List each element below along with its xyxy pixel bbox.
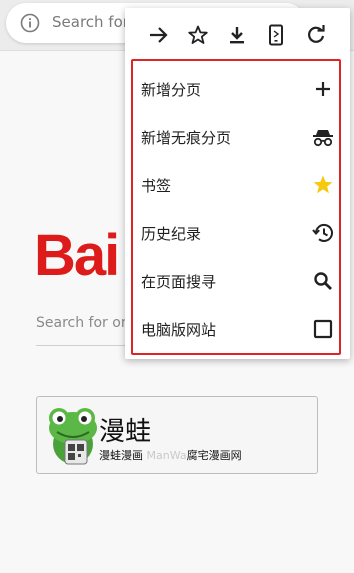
frog-mascot-icon xyxy=(49,408,97,465)
menu-item-label: 历史纪录 xyxy=(141,225,202,243)
menu-highlighted-list: 新增分页 新增无痕分页 书签 历史纪录 在页面搜寻 电脑版网站 xyxy=(131,59,341,355)
menu-item-new-incognito-tab[interactable]: 新增无痕分页 xyxy=(133,113,339,161)
desktop-site-phone-icon[interactable] xyxy=(265,24,287,46)
menu-item-find-in-page[interactable]: 在页面搜寻 xyxy=(133,257,339,305)
menu-item-new-tab[interactable]: 新增分页 xyxy=(133,65,339,113)
history-icon xyxy=(312,224,333,242)
baidu-logo: Bai xyxy=(34,226,120,286)
menu-toolbar xyxy=(125,8,350,56)
plus-icon xyxy=(316,82,330,96)
menu-item-desktop-site[interactable]: 电脑版网站 xyxy=(133,305,339,353)
promo-subtitle-suffix: 腐宅漫画网 xyxy=(186,449,242,462)
menu-item-history[interactable]: 历史纪录 xyxy=(133,209,339,257)
star-filled-icon xyxy=(313,175,333,194)
menu-item-label: 新增无痕分页 xyxy=(141,129,232,147)
omnibox-placeholder: Search for xyxy=(52,13,129,31)
promo-title: 漫蛙 xyxy=(99,417,152,447)
menu-item-label: 电脑版网站 xyxy=(141,321,217,339)
menu-item-label: 书签 xyxy=(141,177,172,195)
manwa-promo-card[interactable]: 漫蛙 漫蛙漫画 ManWa腐宅漫画网 xyxy=(36,396,318,474)
menu-item-label: 新增分页 xyxy=(141,81,202,99)
checkbox-icon[interactable] xyxy=(311,317,335,341)
download-icon[interactable] xyxy=(226,24,248,46)
browser-overflow-menu: 新增分页 新增无痕分页 书签 历史纪录 在页面搜寻 电脑版网站 xyxy=(125,8,350,359)
info-icon[interactable] xyxy=(20,13,40,33)
baidu-search-input[interactable]: Search for or xyxy=(36,312,131,346)
menu-item-label: 在页面搜寻 xyxy=(141,273,217,291)
refresh-icon[interactable] xyxy=(305,24,327,46)
incognito-icon xyxy=(313,130,333,147)
forward-arrow-icon[interactable] xyxy=(147,24,169,46)
promo-subtitle-prefix: 漫蛙漫画 xyxy=(99,449,147,462)
promo-subtitle-faded: ManWa xyxy=(146,449,187,462)
baidu-search-placeholder: Search for or xyxy=(36,315,127,331)
star-outline-icon[interactable] xyxy=(187,24,209,46)
search-icon xyxy=(314,272,332,290)
menu-item-bookmarks[interactable]: 书签 xyxy=(133,161,339,209)
promo-subtitle: 漫蛙漫画 ManWa腐宅漫画网 xyxy=(99,447,242,463)
browser-page: Search for Bai Search for or 漫蛙 漫蛙漫画 Man… xyxy=(0,0,354,573)
